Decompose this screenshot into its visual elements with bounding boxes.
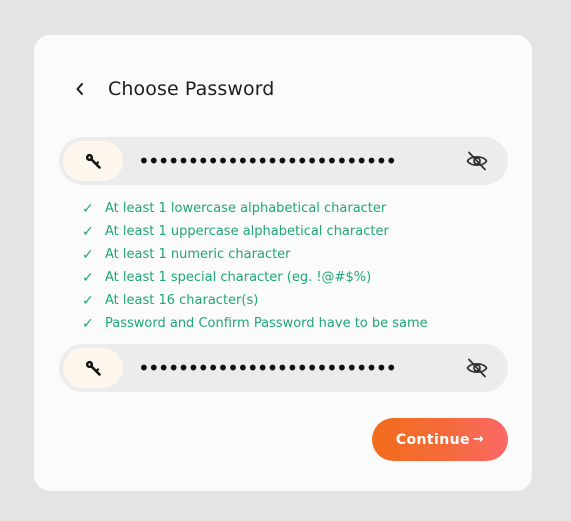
password-input[interactable]: ••••••••••••••••••••••••••	[138, 137, 428, 185]
password-card: Choose Password ••••••••••••••••••••••••…	[34, 35, 532, 491]
key-icon-pill	[63, 141, 123, 181]
eye-off-icon	[466, 151, 488, 171]
requirement-item: ✓ At least 1 lowercase alphabetical char…	[82, 197, 428, 220]
key-icon-pill	[63, 348, 123, 388]
key-icon	[85, 360, 101, 376]
toggle-visibility-button[interactable]	[465, 357, 489, 379]
requirement-label: At least 1 lowercase alphabetical charac…	[105, 201, 387, 216]
eye-off-icon	[466, 358, 488, 378]
continue-label: Continue	[395, 431, 470, 448]
arrow-right-icon: →	[472, 432, 485, 447]
requirement-item: ✓ At least 1 special character (eg. !@#$…	[82, 266, 428, 289]
requirement-label: At least 1 special character (eg. !@#$%)	[105, 270, 372, 285]
chevron-left-icon	[76, 83, 83, 95]
back-button[interactable]	[72, 75, 88, 103]
requirement-label: At least 1 uppercase alphabetical charac…	[105, 224, 389, 239]
toggle-visibility-button[interactable]	[465, 150, 489, 172]
page-title: Choose Password	[108, 78, 275, 100]
requirement-item: ✓ Password and Confirm Password have to …	[82, 312, 428, 335]
check-icon: ✓	[82, 315, 94, 332]
confirm-password-field[interactable]: ••••••••••••••••••••••••••	[59, 344, 508, 392]
password-requirements: ✓ At least 1 lowercase alphabetical char…	[82, 197, 428, 335]
requirement-item: ✓ At least 1 numeric character	[82, 243, 428, 266]
check-icon: ✓	[82, 269, 94, 286]
requirement-item: ✓ At least 1 uppercase alphabetical char…	[82, 220, 428, 243]
check-icon: ✓	[82, 200, 94, 217]
check-icon: ✓	[82, 292, 94, 309]
requirement-item: ✓ At least 16 character(s)	[82, 289, 428, 312]
header: Choose Password	[72, 75, 274, 103]
key-icon	[85, 153, 101, 169]
continue-button[interactable]: Continue →	[372, 418, 508, 461]
confirm-password-input[interactable]: ••••••••••••••••••••••••••	[138, 344, 428, 392]
check-icon: ✓	[82, 246, 94, 263]
requirement-label: At least 1 numeric character	[105, 247, 291, 262]
check-icon: ✓	[82, 223, 94, 240]
requirement-label: At least 16 character(s)	[105, 293, 259, 308]
password-field[interactable]: ••••••••••••••••••••••••••	[59, 137, 508, 185]
requirement-label: Password and Confirm Password have to be…	[105, 316, 428, 331]
